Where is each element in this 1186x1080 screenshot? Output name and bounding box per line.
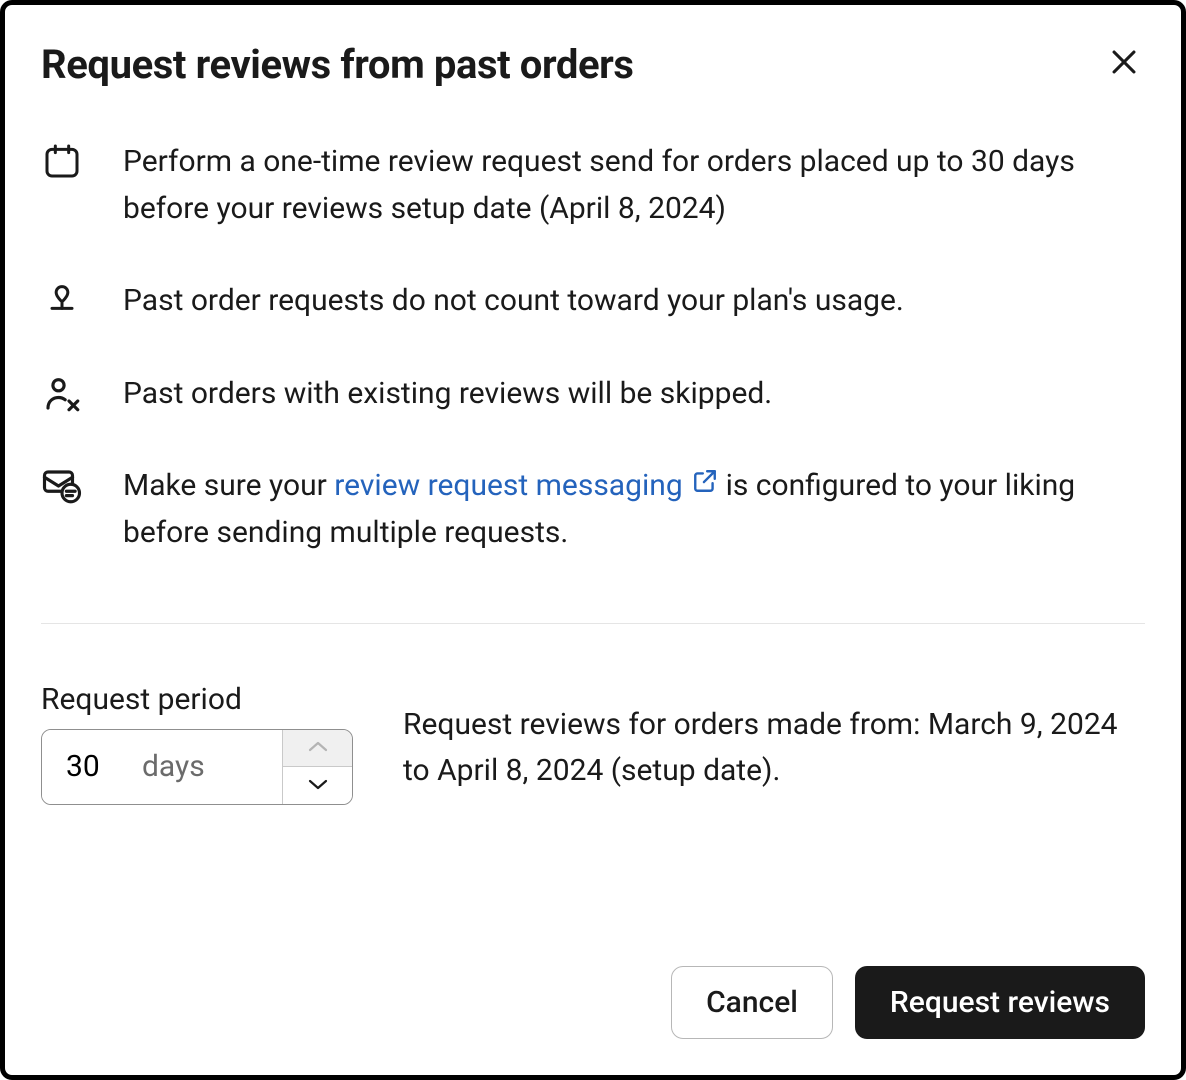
envelope-chat-icon bbox=[41, 463, 83, 507]
request-period-row: Request period days Request reviews for … bbox=[41, 682, 1145, 805]
request-reviews-modal: Request reviews from past orders Perform… bbox=[0, 0, 1186, 1080]
modal-title: Request reviews from past orders bbox=[41, 41, 634, 89]
chevron-down-icon bbox=[306, 777, 330, 794]
person-x-icon bbox=[41, 371, 83, 415]
stepper-decrement-button[interactable] bbox=[282, 767, 352, 804]
info-text: Perform a one-time review request send f… bbox=[123, 139, 1145, 232]
request-period-input[interactable] bbox=[42, 730, 142, 804]
info-text: Past order requests do not count toward … bbox=[123, 278, 904, 325]
request-period-field: Request period days bbox=[41, 682, 353, 805]
review-messaging-link[interactable]: review request messaging bbox=[334, 468, 718, 503]
number-stepper: days bbox=[41, 729, 353, 805]
request-reviews-button[interactable]: Request reviews bbox=[855, 966, 1145, 1039]
location-marker-icon bbox=[41, 278, 83, 320]
request-period-label: Request period bbox=[41, 682, 353, 717]
stepper-buttons bbox=[282, 730, 352, 804]
info-text-pre: Make sure your bbox=[123, 468, 334, 503]
request-period-unit: days bbox=[142, 730, 282, 804]
info-item-plan-usage: Past order requests do not count toward … bbox=[41, 278, 1145, 325]
date-range-summary: Request reviews for orders made from: Ma… bbox=[403, 682, 1145, 795]
info-text: Past orders with existing reviews will b… bbox=[123, 371, 772, 418]
modal-header: Request reviews from past orders bbox=[41, 41, 1145, 89]
calendar-icon bbox=[41, 139, 83, 181]
modal-footer: Cancel Request reviews bbox=[41, 966, 1145, 1039]
info-text: Make sure your review request messaging … bbox=[123, 463, 1145, 557]
cancel-button[interactable]: Cancel bbox=[671, 966, 833, 1039]
stepper-increment-button[interactable] bbox=[282, 730, 352, 768]
close-icon bbox=[1107, 45, 1141, 82]
chevron-up-icon bbox=[306, 740, 330, 757]
info-item-skip-existing: Past orders with existing reviews will b… bbox=[41, 371, 1145, 418]
close-button[interactable] bbox=[1103, 41, 1145, 86]
link-text: review request messaging bbox=[334, 468, 682, 503]
info-item-date-range: Perform a one-time review request send f… bbox=[41, 139, 1145, 232]
divider bbox=[41, 623, 1145, 624]
info-item-messaging: Make sure your review request messaging … bbox=[41, 463, 1145, 557]
external-link-icon bbox=[692, 462, 718, 509]
